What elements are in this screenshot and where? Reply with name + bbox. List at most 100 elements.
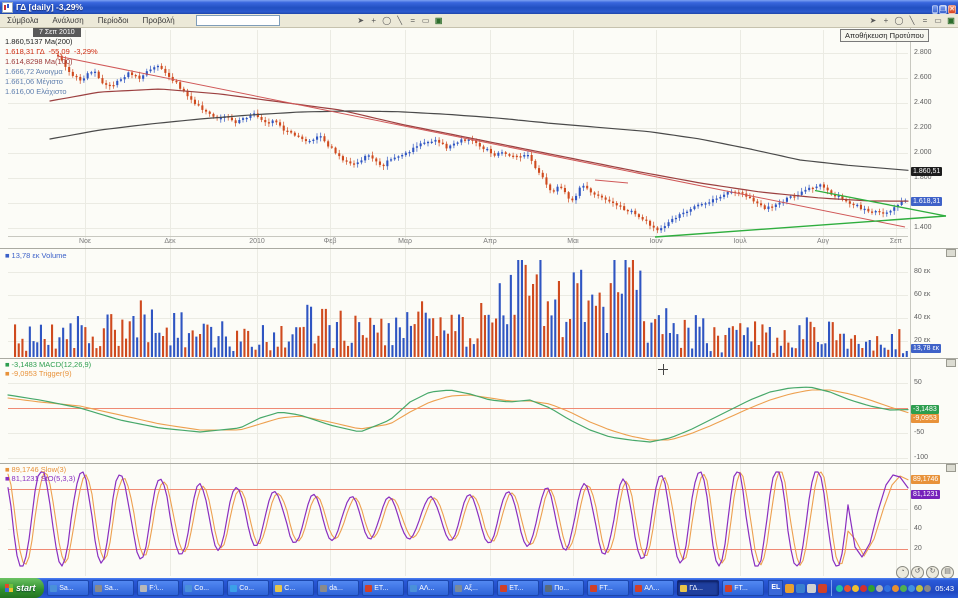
task-icon bbox=[140, 585, 147, 592]
taskbar-button[interactable]: Co... bbox=[227, 580, 269, 596]
task-icon bbox=[590, 585, 597, 592]
volume-axis-label: 40 εκ bbox=[914, 314, 930, 321]
save-template-icon[interactable]: ▣ bbox=[946, 16, 956, 26]
volume-axis-label: 60 εκ bbox=[914, 291, 930, 298]
tray-icon[interactable] bbox=[836, 585, 843, 592]
quick-launch-icon[interactable] bbox=[796, 584, 805, 593]
horizontal-line-tool-icon[interactable]: = bbox=[408, 16, 418, 26]
taskbar-button[interactable]: ΑΛ... bbox=[407, 580, 449, 596]
title-bar: ΓΔ [daily] -3,29% _❐✕ bbox=[0, 0, 958, 14]
taskbar-button[interactable]: da... bbox=[317, 580, 359, 596]
rectangle-tool-icon[interactable]: ▭ bbox=[421, 16, 431, 26]
tray-icon[interactable] bbox=[900, 585, 907, 592]
price-axis-label: 2.600 bbox=[914, 74, 932, 81]
horizontal-line-tool-icon[interactable]: = bbox=[920, 16, 930, 26]
menu-item-2[interactable]: Ανάλυση bbox=[45, 16, 90, 25]
taskbar-button[interactable]: F:\... bbox=[137, 580, 179, 596]
volume-pane-header: ■13,78 εκ Volume bbox=[5, 251, 67, 260]
price-axis-label: 2.000 bbox=[914, 149, 932, 156]
taskbar-button[interactable]: Αξ... bbox=[452, 580, 494, 596]
tray-icon[interactable] bbox=[852, 585, 859, 592]
pane-splitter[interactable] bbox=[946, 464, 956, 472]
stoch-axis-label: 60 bbox=[914, 505, 922, 512]
stoch-slow-value-tag: 89,1746 bbox=[911, 475, 940, 484]
stoch-fast-header: ■81,1231 StO(5,3,3) bbox=[5, 474, 75, 483]
save-template-icon[interactable]: ▣ bbox=[434, 16, 444, 26]
task-icon bbox=[680, 585, 687, 592]
tray-icon[interactable] bbox=[868, 585, 875, 592]
volume-axis-label: 20 εκ bbox=[914, 337, 930, 344]
task-icon bbox=[500, 585, 507, 592]
trendline-tool-icon[interactable]: ╲ bbox=[907, 16, 917, 26]
close-button[interactable]: ✕ bbox=[948, 5, 956, 14]
ellipse-tool-icon[interactable]: ◯ bbox=[382, 16, 392, 26]
macd-value-tag: -3,1483 bbox=[911, 405, 939, 414]
menu-item-1[interactable]: Σύμβολα bbox=[0, 16, 45, 25]
menu-item-3[interactable]: Περίοδοι bbox=[91, 16, 136, 25]
application-window: ΓΔ [daily] -3,29% _❐✕ ΣύμβολαΑνάλυσηΠερί… bbox=[0, 0, 958, 598]
app-icon bbox=[2, 2, 13, 13]
language-indicator[interactable]: EL bbox=[768, 580, 783, 596]
taskbar-button[interactable]: ΓΔ... bbox=[677, 580, 719, 596]
pane-splitter[interactable] bbox=[946, 249, 956, 257]
taskbar-button[interactable]: ET... bbox=[362, 580, 404, 596]
rectangle-tool-icon[interactable]: ▭ bbox=[933, 16, 943, 26]
quick-launch-icon[interactable] bbox=[818, 584, 827, 593]
volume-value-tag: 13,78 εκ bbox=[911, 344, 941, 353]
chart-canvas[interactable] bbox=[0, 0, 958, 578]
crosshair-icon[interactable]: + bbox=[369, 16, 379, 26]
month-label: Νοε bbox=[79, 238, 91, 245]
tray-icon[interactable] bbox=[908, 585, 915, 592]
stoch-axis-label: 40 bbox=[914, 525, 922, 532]
task-icon bbox=[545, 585, 552, 592]
pointer-icon[interactable]: ➤ bbox=[868, 16, 878, 26]
quick-launch-icon[interactable] bbox=[807, 584, 816, 593]
price-axis-label: 1.400 bbox=[914, 224, 932, 231]
stoch-fast-value-tag: 81,1231 bbox=[911, 490, 940, 499]
taskbar-button[interactable]: C... bbox=[272, 580, 314, 596]
tray-icon[interactable] bbox=[892, 585, 899, 592]
restore-button[interactable]: ❐ bbox=[939, 5, 947, 14]
tray-icon[interactable] bbox=[860, 585, 867, 592]
tray-icon[interactable] bbox=[844, 585, 851, 592]
macd-axis-label: 50 bbox=[914, 379, 922, 386]
tray-icon[interactable] bbox=[876, 585, 883, 592]
price-axis-label: 2.400 bbox=[914, 99, 932, 106]
symbol-search-input[interactable] bbox=[196, 15, 280, 26]
month-label: Αυγ bbox=[817, 238, 829, 245]
month-label: 2010 bbox=[249, 238, 265, 245]
minimize-button[interactable]: _ bbox=[932, 5, 938, 14]
menu-item-4[interactable]: Προβολή bbox=[136, 16, 182, 25]
quick-launch-icon[interactable] bbox=[785, 584, 794, 593]
start-button[interactable]: start bbox=[0, 578, 44, 598]
taskbar-button[interactable]: Sa... bbox=[92, 580, 134, 596]
taskbar-button[interactable]: FT... bbox=[587, 580, 629, 596]
taskbar-button[interactable]: ET... bbox=[497, 580, 539, 596]
stoch-axis-label: 20 bbox=[914, 545, 922, 552]
taskbar-button[interactable]: Co... bbox=[182, 580, 224, 596]
legend-row-ma200: 1.860,5137 Ma(200) bbox=[5, 37, 73, 46]
task-icon bbox=[635, 585, 642, 592]
pointer-icon[interactable]: ➤ bbox=[356, 16, 366, 26]
tray-icon[interactable] bbox=[884, 585, 891, 592]
task-icon bbox=[725, 585, 732, 592]
ellipse-tool-icon[interactable]: ◯ bbox=[894, 16, 904, 26]
taskbar-button[interactable]: Sa... bbox=[47, 580, 89, 596]
legend-row-price: 1.618,31 ΓΔ -55,09 -3,29% bbox=[5, 47, 98, 56]
taskbar-button[interactable]: Πο... bbox=[542, 580, 584, 596]
task-icon bbox=[455, 585, 462, 592]
tray-icon[interactable] bbox=[924, 585, 931, 592]
taskbar-button[interactable]: FT... bbox=[722, 580, 764, 596]
month-label: Μαρ bbox=[398, 238, 412, 245]
taskbar-button[interactable]: ΑΛ... bbox=[632, 580, 674, 596]
tray-icon[interactable] bbox=[916, 585, 923, 592]
menu-bar: ΣύμβολαΑνάλυσηΠερίοδοιΠροβολή ➤+◯╲=▭▣ ➤+… bbox=[0, 14, 958, 28]
legend-row-ma100: 1.614,8298 Ma(100) bbox=[5, 57, 73, 66]
legend-row-high: 1.661,06 Μέγιστο bbox=[5, 77, 63, 86]
month-label: Ιουλ bbox=[733, 238, 746, 245]
pane-splitter[interactable] bbox=[946, 359, 956, 367]
month-label: Σεπ bbox=[890, 238, 902, 245]
month-label: Μαι bbox=[567, 238, 578, 245]
trendline-tool-icon[interactable]: ╲ bbox=[395, 16, 405, 26]
crosshair-icon[interactable]: + bbox=[881, 16, 891, 26]
